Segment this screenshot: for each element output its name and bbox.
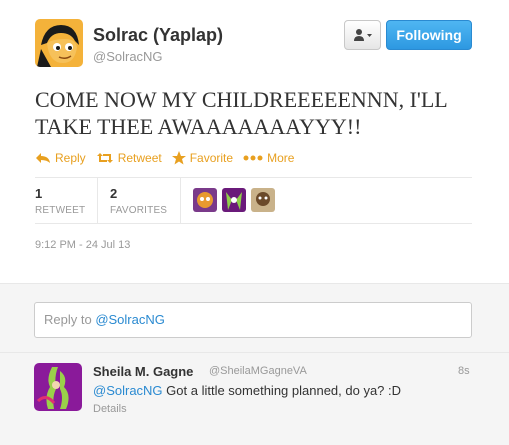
favorites-stat[interactable]: 2 FAVORITES xyxy=(110,186,167,216)
reply-input[interactable]: Reply to @SolracNG xyxy=(34,302,472,338)
reply-text-mention[interactable]: @SolracNG xyxy=(93,383,163,398)
tweet-actions: Reply Retweet Favorite More xyxy=(35,149,304,167)
tweet-detail: Solrac (Yaplap) @SolracNG Following COME… xyxy=(0,0,509,283)
reply-tweet[interactable]: Sheila M. Gagne @SheilaMGagneVA 8s @Solr… xyxy=(0,353,509,445)
reply-action[interactable]: Reply xyxy=(35,151,86,165)
favorites-count: 2 xyxy=(110,186,118,201)
more-dots-icon xyxy=(243,155,263,161)
reply-label: Reply xyxy=(55,151,86,165)
user-actions-dropdown[interactable] xyxy=(344,20,381,50)
favoriter-avatar[interactable] xyxy=(251,188,275,212)
favorites-stat-label: FAVORITES xyxy=(110,205,168,216)
reply-text-body: Got a little something planned, do ya? :… xyxy=(162,383,402,398)
divider xyxy=(35,223,472,224)
person-icon xyxy=(353,29,372,41)
following-button[interactable]: Following xyxy=(386,20,472,50)
details-link[interactable]: Details xyxy=(93,403,127,415)
reply-composer: Reply to @SolracNG xyxy=(0,283,509,353)
favoriter-avatar[interactable] xyxy=(222,188,246,212)
star-icon xyxy=(171,151,186,165)
more-label: More xyxy=(267,151,295,165)
author-handle[interactable]: @SolracNG xyxy=(93,49,163,64)
favorite-label: Favorite xyxy=(189,151,234,165)
author-name[interactable]: Solrac (Yaplap) xyxy=(93,25,223,46)
reply-author-avatar[interactable] xyxy=(34,363,82,411)
retweet-count: 1 xyxy=(35,186,43,201)
favoriter-avatar[interactable] xyxy=(193,188,217,212)
more-action[interactable]: More xyxy=(243,151,294,165)
reply-icon xyxy=(36,153,50,163)
tweet-text: COME NOW MY CHILDREEEEENNN, I'LL TAKE TH… xyxy=(35,87,447,139)
favoriter-avatars xyxy=(193,188,280,212)
reply-prefix: Reply to xyxy=(44,312,96,327)
reply-author-handle[interactable]: @SheilaMGagneVA xyxy=(209,365,307,377)
divider xyxy=(35,177,472,178)
reply-mention: @SolracNG xyxy=(95,312,165,327)
reply-text: @SolracNG Got a little something planned… xyxy=(93,383,401,398)
favorite-action[interactable]: Favorite xyxy=(171,151,234,165)
stat-separator xyxy=(97,178,98,223)
retweet-stat[interactable]: 1 RETWEET xyxy=(35,186,85,216)
tweet-timestamp[interactable]: 9:12 PM - 24 Jul 13 xyxy=(35,239,130,251)
retweet-action[interactable]: Retweet xyxy=(96,151,162,165)
retweet-label: Retweet xyxy=(117,151,162,165)
stat-separator xyxy=(180,178,181,223)
reply-time[interactable]: 8s xyxy=(458,365,470,377)
reply-author-name[interactable]: Sheila M. Gagne xyxy=(93,364,193,379)
author-avatar[interactable] xyxy=(35,19,83,67)
retweet-icon xyxy=(96,153,113,163)
retweet-stat-label: RETWEET xyxy=(35,205,86,216)
